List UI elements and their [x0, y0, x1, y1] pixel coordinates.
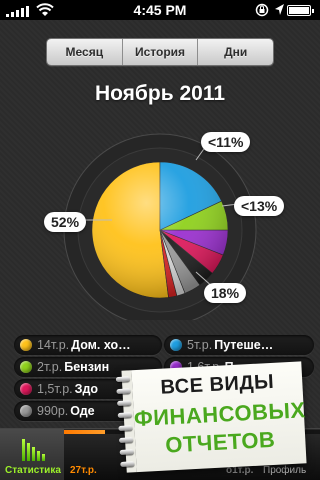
location-arrow-icon	[275, 4, 284, 15]
status-time: 4:45 PM	[133, 2, 187, 18]
battery-icon	[287, 5, 314, 16]
legend-amount: 990р.	[37, 404, 69, 418]
pie-gloss	[92, 162, 228, 298]
legend-dot	[170, 339, 182, 351]
legend-amount: 1,5т.р.	[37, 382, 73, 396]
legend-dot	[20, 405, 32, 417]
promo-line-1: ВСЕ ВИДЫ	[159, 370, 275, 399]
legend-amount: 2т.р.	[37, 360, 63, 374]
legend-name: Здо	[74, 382, 99, 396]
segment-history[interactable]: История	[122, 39, 199, 65]
legend-amount: 5т.р.	[187, 338, 213, 352]
legend-name: Путеше…	[214, 338, 274, 352]
budget-progress-fill	[64, 430, 105, 434]
tab-profile[interactable]: Профиль	[263, 465, 306, 476]
legend-dot	[20, 383, 32, 395]
legend-name: Дом. хо…	[71, 338, 131, 352]
callout-18: 18%	[204, 283, 247, 303]
promo-sticker: ВСЕ ВИДЫ ФИНАНСОВЫХ ОТЧЕТОВ	[115, 361, 307, 473]
legend-item[interactable]: 5т.р. Путеше…	[164, 335, 314, 355]
pie-chart[interactable]: 52% 18% <13% <11%	[0, 120, 320, 320]
legend-amount: 14т.р.	[37, 338, 70, 352]
budget-spent-label: 27т.р.	[70, 465, 97, 476]
callout-13: <13%	[234, 196, 285, 216]
page-title: Ноябрь 2011	[94, 82, 226, 105]
legend-name: Бензин	[64, 360, 110, 374]
callout-11: <11%	[201, 132, 251, 152]
statistics-bars-icon	[22, 437, 45, 461]
status-bar: 4:45 PM	[0, 0, 320, 20]
legend-dot	[20, 361, 32, 373]
rotation-lock-icon	[255, 3, 269, 17]
tab-statistics-label: Статистика	[5, 465, 61, 476]
legend-dot	[20, 339, 32, 351]
tab-statistics[interactable]: Статистика	[0, 429, 64, 480]
segment-days[interactable]: Дни	[198, 39, 273, 65]
period-segmented-control: Месяц История Дни	[46, 38, 274, 66]
callout-52: 52%	[44, 212, 87, 232]
legend-name: Оде	[70, 404, 95, 418]
segment-month[interactable]: Месяц	[47, 39, 123, 65]
legend-item[interactable]: 14т.р. Дом. хо…	[14, 335, 162, 355]
